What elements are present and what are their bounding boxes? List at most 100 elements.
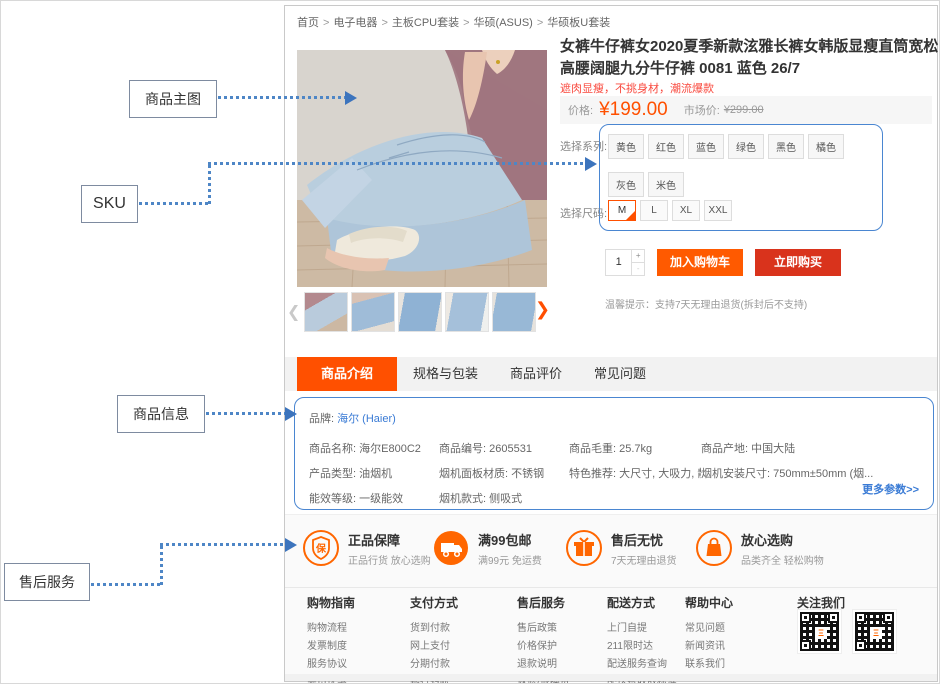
spec-label: 烟机面板材质: <box>439 468 511 480</box>
product-main-image[interactable] <box>297 50 547 287</box>
thumbnail[interactable] <box>304 292 348 332</box>
service-bar: 保 正品保障正品行货 放心选购 满99包邮满99元 免运费售后无忧7天无理由退货 放心… <box>285 514 937 586</box>
breadcrumb-item[interactable]: 华硕板U套装 <box>547 17 610 29</box>
spec-value: 海尔E800C2 <box>359 443 421 455</box>
footer-link[interactable]: 货到付款 <box>410 619 458 634</box>
add-to-cart-button[interactable]: 加入购物车 <box>657 249 743 276</box>
series-swatch[interactable]: 灰色 <box>608 172 644 197</box>
footer-column-title: 帮助中心 <box>685 594 733 611</box>
footer-link[interactable]: 常见问题 <box>685 619 733 634</box>
footer-column: 帮助中心常见问题新闻资讯联系我们 <box>685 594 733 673</box>
footer-link[interactable]: 上门自提 <box>607 619 677 634</box>
thumbnail[interactable] <box>492 292 536 332</box>
thumbs-next-icon[interactable]: ❯ <box>535 299 550 320</box>
breadcrumb-item[interactable]: 主板CPU套装 <box>392 17 459 29</box>
brand-label: 品牌: <box>309 413 334 425</box>
quantity-stepper[interactable]: 1 + - <box>605 249 645 276</box>
breadcrumb-item[interactable]: 首页 <box>297 17 319 29</box>
footer-column-title: 购物指南 <box>307 594 355 611</box>
footer-column: 售后服务售后政策价格保护退款说明返修/退换货取消订单 <box>517 594 570 684</box>
svg-text:保: 保 <box>315 542 327 555</box>
spec-label: 烟机款式: <box>439 493 489 505</box>
series-swatch[interactable]: 红色 <box>648 134 684 159</box>
size-swatch[interactable]: XL <box>672 200 700 221</box>
breadcrumb-separator: > <box>537 17 543 29</box>
size-swatch[interactable]: XXL <box>704 200 732 221</box>
footer-link[interactable]: 新闻资讯 <box>685 637 733 652</box>
series-swatch[interactable]: 黑色 <box>768 134 804 159</box>
series-options: 黄色红色蓝色绿色黑色橘色灰色米色 <box>608 134 850 210</box>
service-desc: 品类齐全 轻松购物 <box>741 552 824 567</box>
thumbnail[interactable] <box>445 292 489 332</box>
product-title: 女裤牛仔裤女2020夏季新款泫雅长裤女韩版显瘦直筒宽松高腰阔腿九分牛仔裤 008… <box>560 36 940 80</box>
footer-link[interactable]: 配送服务查询 <box>607 655 677 670</box>
annotated-product-page: 首页>电子电器>主板CPU套装>华硕(ASUS)>华硕板U套装 <box>0 0 940 684</box>
detail-tabbar: 商品介绍规格与包装商品评价常见问题 <box>285 357 937 391</box>
tab-常见问题[interactable]: 常见问题 <box>578 357 662 391</box>
series-swatch[interactable]: 蓝色 <box>688 134 724 159</box>
spec-value: 750mm±50mm (烟... <box>773 468 873 480</box>
qr-finder-dot <box>859 644 862 647</box>
annotation-line <box>208 162 586 165</box>
footer-link[interactable]: 售后政策 <box>517 619 570 634</box>
series-swatch[interactable]: 黄色 <box>608 134 644 159</box>
qr-finder-dot <box>887 616 890 619</box>
footer-column: 购物指南购物流程发票制度服务协议会员优惠 <box>307 594 355 684</box>
price-label: 价格: <box>568 102 593 118</box>
bottom-block: 保 正品保障正品行货 放心选购 满99包邮满99元 免运费售后无忧7天无理由退货 放心… <box>285 514 937 681</box>
spec-label: 能效等级: <box>309 493 359 505</box>
thumbnail[interactable] <box>351 292 395 332</box>
footer-link[interactable]: 分期付款 <box>410 655 458 670</box>
market-price-value: ¥299.00 <box>724 104 764 116</box>
shield-check-icon: 保 <box>302 529 340 567</box>
tab-规格与包装[interactable]: 规格与包装 <box>397 357 494 391</box>
gift-box-icon <box>565 529 603 567</box>
spec-label: 商品产地: <box>701 443 751 455</box>
spec-item: 特色推荐: 大尺寸, 大吸力, 静音... <box>569 465 701 481</box>
size-swatch[interactable]: L <box>640 200 668 221</box>
spec-item: 商品名称: 海尔E800C2 <box>309 440 439 456</box>
brand-link[interactable]: 海尔 (Haier) <box>337 413 396 425</box>
series-swatch[interactable]: 米色 <box>648 172 684 197</box>
quantity-decrease-button[interactable]: - <box>632 262 644 275</box>
footer-link[interactable]: 发票制度 <box>307 637 355 652</box>
qr-finder <box>855 612 866 623</box>
service-title: 放心选购 <box>741 530 824 549</box>
footer-column: 支付方式货到付款网上支付分期付款银行转帐 <box>410 594 458 684</box>
spec-value: 大尺寸, 大吸力, 静音... <box>619 468 701 480</box>
series-swatch[interactable]: 橘色 <box>808 134 844 159</box>
spec-grid: 商品名称: 海尔E800C2商品编号: 2605531商品毛重: 25.7kg商… <box>309 440 919 506</box>
annotation-line <box>91 583 163 586</box>
tab-商品介绍[interactable]: 商品介绍 <box>297 357 397 391</box>
footer-follow-title: 关注我们 <box>797 594 845 611</box>
series-swatch[interactable]: 绿色 <box>728 134 764 159</box>
footer-link[interactable]: 211限时达 <box>607 637 677 652</box>
more-params-link[interactable]: 更多参数>> <box>862 481 919 497</box>
service-text: 正品保障正品行货 放心选购 <box>348 530 431 567</box>
service-text: 满99包邮满99元 免运费 <box>478 530 542 567</box>
breadcrumb-item[interactable]: 电子电器 <box>333 17 377 29</box>
annotation-arrow-icon <box>285 407 304 421</box>
footer-links: ΞΞ 购物指南购物流程发票制度服务协议会员优惠支付方式货到付款网上支付分期付款银… <box>285 587 937 673</box>
buy-now-button[interactable]: 立即购买 <box>755 249 841 276</box>
price-strip: 价格: ¥199.00 市场价: ¥299.00 <box>560 96 932 124</box>
footer-link[interactable]: 联系我们 <box>685 655 733 670</box>
footer-link[interactable]: 购物流程 <box>307 619 355 634</box>
footer-link[interactable]: 价格保护 <box>517 637 570 652</box>
size-swatch[interactable]: M <box>608 200 636 221</box>
footer-link[interactable]: 网上支付 <box>410 637 458 652</box>
footer-link[interactable]: 服务协议 <box>307 655 355 670</box>
spec-value: 25.7kg <box>619 443 652 455</box>
tab-商品评价[interactable]: 商品评价 <box>494 357 578 391</box>
spec-item: 烟机安装尺寸: 750mm±50mm (烟... <box>701 465 919 481</box>
thumbs-prev-icon[interactable]: ❮ <box>287 302 300 322</box>
quantity-value[interactable]: 1 <box>606 250 631 275</box>
footer-link[interactable]: 退款说明 <box>517 655 570 670</box>
quantity-increase-button[interactable]: + <box>632 250 644 262</box>
service-item: 售后无忧7天无理由退货 <box>565 529 677 567</box>
thumbnail[interactable] <box>398 292 442 332</box>
thumbnail-strip <box>304 292 544 332</box>
spec-value: 侧吸式 <box>489 493 522 505</box>
breadcrumb-item[interactable]: 华硕(ASUS) <box>474 17 533 29</box>
product-page-panel: 首页>电子电器>主板CPU套装>华硕(ASUS)>华硕板U套装 <box>284 5 938 682</box>
